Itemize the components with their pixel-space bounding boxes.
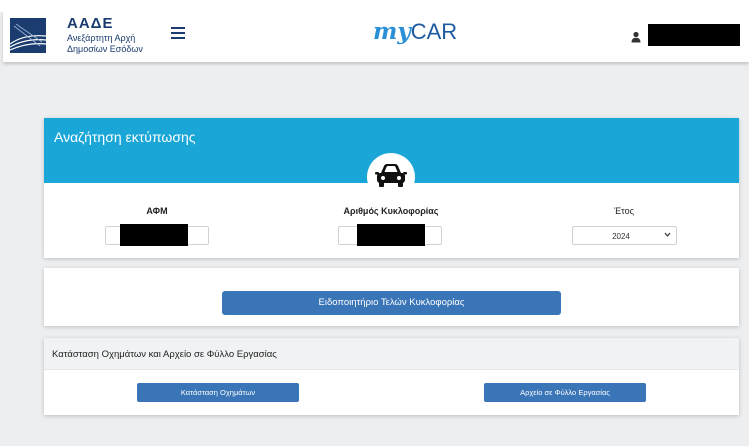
vehicles-card: Κατάσταση Οχημάτων και Αρχείο σε Φύλλο Ε… <box>44 338 739 415</box>
year-select-value: 2024 <box>612 232 630 241</box>
vehicle-status-button[interactable]: Κατάσταση Οχημάτων <box>137 383 299 402</box>
spreadsheet-file-button[interactable]: Αρχείο σε Φύλλο Εργασίας <box>484 383 646 402</box>
top-strip <box>0 0 749 12</box>
plate-value-redacted <box>357 224 425 246</box>
logo-title: ΑΑΔΕ <box>67 15 114 32</box>
hamburger-menu-icon[interactable] <box>171 27 185 39</box>
circulation-fee-notice-button[interactable]: Ειδοποιητήριο Τελών Κυκλοφορίας <box>222 291 561 315</box>
search-card: Αναζήτηση εκτύπωσης ΑΦΜ Αριθμός Κυκλοφορ… <box>44 118 739 258</box>
app-header: ΑΑΔΕ Ανεξάρτητη Αρχή Δημοσίων Εσόδων myC… <box>3 12 749 62</box>
notice-card: Ειδοποιητήριο Τελών Κυκλοφορίας <box>44 268 739 326</box>
logo-subtitle-line2: Δημοσίων Εσόδων <box>67 44 143 54</box>
year-label: Έτος <box>614 206 634 216</box>
year-select[interactable]: 2024 <box>572 226 677 245</box>
aade-logo-icon[interactable] <box>10 18 46 53</box>
car-icon <box>367 153 415 201</box>
plate-label: Αριθμός Κυκλοφορίας <box>343 206 439 216</box>
afm-label: ΑΦΜ <box>146 206 168 216</box>
brand-my: my <box>373 18 411 45</box>
user-name-redacted[interactable] <box>648 24 740 46</box>
logo-subtitle-line1: Ανεξάρτητη Αρχή <box>67 33 136 43</box>
logo-subtitle: Ανεξάρτητη Αρχή Δημοσίων Εσόδων <box>67 33 143 55</box>
vehicles-card-title: Κατάσταση Οχημάτων και Αρχείο σε Φύλλο Ε… <box>52 349 277 360</box>
search-card-title: Αναζήτηση εκτύπωσης <box>54 129 196 145</box>
afm-value-redacted <box>120 224 188 246</box>
vehicles-card-header: Κατάσταση Οχημάτων και Αρχείο σε Φύλλο Ε… <box>44 338 739 370</box>
chevron-down-icon <box>664 231 671 240</box>
mycar-brand[interactable]: myCAR <box>373 18 457 45</box>
brand-car: CAR <box>410 19 458 44</box>
user-icon[interactable] <box>631 30 641 43</box>
